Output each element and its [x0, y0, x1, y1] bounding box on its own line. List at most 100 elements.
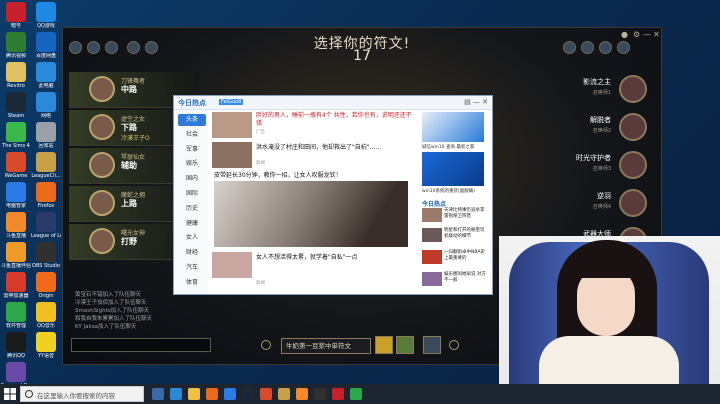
category-tab[interactable]: 财经: [178, 247, 206, 259]
ad-title[interactable]: 城信win10 查询 最新之家: [422, 144, 474, 150]
desktop-icon-label: QQ游戏: [37, 23, 55, 29]
wegame-taskbar-icon[interactable]: [260, 388, 272, 400]
edge-icon[interactable]: [170, 388, 182, 400]
chat-input[interactable]: [71, 338, 211, 352]
champion-name: 影流之主: [583, 78, 611, 86]
desktop-icon[interactable]: 百度网盘: [31, 32, 61, 59]
desktop-icon[interactable]: 腾讯视频: [1, 32, 31, 59]
task-view-icon[interactable]: [152, 388, 164, 400]
status-icon[interactable]: ●: [621, 30, 628, 39]
close-icon[interactable]: ✕: [653, 30, 660, 39]
ad-image[interactable]: [422, 112, 484, 142]
desktop-icon[interactable]: Revitro: [1, 62, 31, 89]
desktop-icon[interactable]: LeagueCli...: [31, 152, 61, 179]
ad-image[interactable]: [422, 152, 484, 186]
desktop-icons: 暗号 QQ游戏 腾讯视频 百度网盘 Revitro 此电脑 Steam 网络 The Sims …: [0, 0, 62, 389]
desktop-icon[interactable]: 暗号: [1, 2, 31, 29]
app-icon: [6, 182, 26, 202]
category-list: 头条社会军事娱乐国内国际历史健康女人财经汽车体育: [174, 110, 208, 294]
app-icon: [36, 152, 56, 172]
desktop-icon[interactable]: YY语音: [31, 332, 61, 359]
category-tab[interactable]: 国内: [178, 173, 206, 185]
desktop-icon[interactable]: 腾讯QQ: [1, 332, 31, 359]
desktop-icon-label: WeGame: [4, 173, 28, 179]
desktop-icon[interactable]: OBS Studio: [31, 242, 61, 269]
news-item-featured[interactable]: 皮带延长30分钟，教你一招，让女人叹服龙钦！: [212, 172, 414, 247]
obs-taskbar-icon[interactable]: [314, 388, 326, 400]
streamer-bangs: [571, 256, 641, 278]
desktop-icon[interactable]: 电脑管家: [1, 182, 31, 209]
category-tab[interactable]: 汽车: [178, 262, 206, 274]
app-icon: [36, 212, 56, 232]
qq-taskbar-icon[interactable]: [224, 388, 236, 400]
category-tab[interactable]: 历史: [178, 203, 206, 215]
desktop-icon[interactable]: WeGame: [1, 152, 31, 179]
desktop-icon[interactable]: 斗鱼直播伴侣: [1, 242, 31, 269]
news-thumbnail: [212, 142, 252, 168]
desktop-icon[interactable]: 回收站: [31, 122, 61, 149]
app-taskbar-icon[interactable]: [332, 388, 344, 400]
desktop-icon[interactable]: QQ游戏: [31, 2, 61, 29]
desktop-icon[interactable]: 此电脑: [31, 62, 61, 89]
news-thumbnail: [212, 252, 252, 278]
app-icon: [6, 152, 26, 172]
firefox-taskbar-icon[interactable]: [206, 388, 218, 400]
hot-item[interactable]: 娱乐圈叫她早说 对方不一般: [422, 272, 488, 288]
news-item[interactable]: 女人不想活得太累，就学着"自私"一点 新闻: [212, 252, 414, 292]
desktop-icon[interactable]: 斗鱼直播: [1, 212, 31, 239]
category-tab[interactable]: 头条: [178, 114, 206, 126]
app-icon: [36, 242, 56, 262]
category-tab[interactable]: 军事: [178, 144, 206, 156]
windows-start-icon[interactable]: [4, 388, 16, 400]
chat-line: KY Jaksa加入了队伍聊天: [75, 324, 137, 330]
app-icon: [6, 92, 26, 112]
ad-title[interactable]: win10系统的重装(副服确): [422, 188, 475, 194]
ward-skin-icon[interactable]: [423, 336, 441, 354]
category-tab[interactable]: 娱乐: [178, 158, 206, 170]
summoner-spell-flash[interactable]: [375, 336, 393, 354]
desktop-icon[interactable]: The Sims 4: [1, 122, 31, 149]
app-taskbar-icon[interactable]: [350, 388, 362, 400]
news-thumbnail: [212, 112, 252, 138]
desktop-icon[interactable]: Origin: [31, 272, 61, 299]
desktop-icon-label: 斗鱼直播伴侣: [1, 263, 31, 269]
news-headline: 女人不想活得太累，就学着"自私"一点: [256, 254, 358, 261]
desktop-icon-label: 电脑管家: [5, 203, 26, 209]
taskbar-search[interactable]: 在这里输入你要搜索的内容: [20, 386, 144, 402]
category-tab[interactable]: 体育: [178, 277, 206, 289]
category-tab[interactable]: 国际: [178, 188, 206, 200]
news-source: 新闻: [256, 161, 265, 166]
douyu-taskbar-icon[interactable]: [296, 388, 308, 400]
emote-icon[interactable]: [449, 340, 459, 350]
hot-item[interactable]: 明星和打开的秘密玩机拨动的细节: [422, 228, 488, 244]
desktop-icon[interactable]: League of Legends: [31, 212, 61, 239]
desktop-icon[interactable]: Firefox: [31, 182, 61, 209]
desktop-icon[interactable]: 雷神加速器: [1, 272, 31, 299]
champion-portrait: [89, 76, 115, 102]
desktop-icon[interactable]: 软件管理: [1, 302, 31, 329]
webcam-overlay: [499, 236, 720, 384]
desktop-icon[interactable]: Steam: [1, 92, 31, 119]
hot-item[interactable]: 一归翻街卓中NBA史上最重要的: [422, 250, 488, 266]
category-tab[interactable]: 社会: [178, 129, 206, 141]
hot-item[interactable]: 天津比特事仍追杀李雷抱保卫阵营: [422, 208, 488, 224]
rune-page-select[interactable]: 牛奶第一豆浆中单符文: [281, 338, 371, 354]
desktop-icon[interactable]: 网络: [31, 92, 61, 119]
summoner-spell-smite[interactable]: [396, 336, 414, 354]
news-item[interactable]: 胖好的男人，睡前一瓶有4个 共性，若你也有，说明还还不错 广告: [212, 112, 414, 140]
league-taskbar-icon[interactable]: [278, 388, 290, 400]
hot-text: 天津比特事仍追杀李雷抱保卫阵营: [444, 208, 485, 219]
popup-window-controls[interactable]: ▤ — ✕: [464, 98, 488, 106]
category-tab[interactable]: 女人: [178, 232, 206, 244]
news-item[interactable]: 洪水淹没了村庄和田间，他却救出了"自杭"…… 新闻: [212, 142, 414, 170]
news-featured-image: [214, 181, 408, 247]
settings-icon[interactable]: ⚙: [633, 30, 640, 39]
desktop-icon[interactable]: QQ音乐: [31, 302, 61, 329]
file-explorer-icon[interactable]: [188, 388, 200, 400]
minimize-icon[interactable]: —: [643, 30, 651, 39]
champion-portrait: [619, 113, 647, 141]
category-tab[interactable]: 健康: [178, 218, 206, 230]
news-source: 广告: [256, 130, 265, 135]
edit-runes-icon[interactable]: [261, 340, 271, 350]
steam-taskbar-icon[interactable]: [242, 388, 254, 400]
